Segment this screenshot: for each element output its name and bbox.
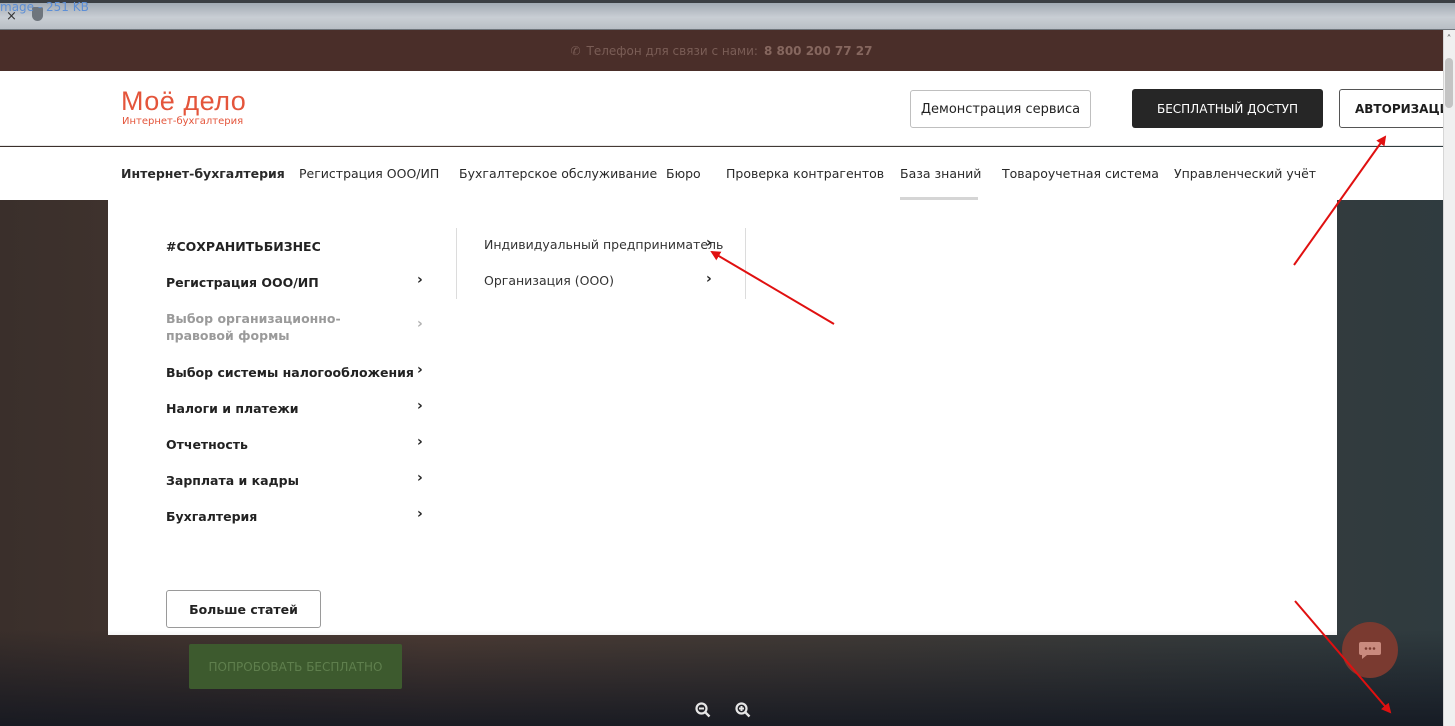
nav-item-internet-accounting[interactable]: Интернет-бухгалтерия xyxy=(121,166,285,181)
image-viewer-bar: × mage - 251 KB xyxy=(0,0,1455,30)
scroll-up-icon[interactable]: ˄ xyxy=(1443,34,1455,46)
chevron-right-icon: › xyxy=(706,271,712,287)
chevron-right-icon: › xyxy=(417,506,423,522)
menu-item-reporting[interactable]: Отчетность xyxy=(166,436,401,453)
zoom-out-icon[interactable] xyxy=(693,702,713,722)
nav-item-knowledge-base[interactable]: База знаний xyxy=(900,166,981,181)
chevron-right-icon: › xyxy=(417,316,423,332)
nav-item-bureau[interactable]: Бюро xyxy=(666,166,701,181)
chevron-right-icon: › xyxy=(417,272,423,288)
menu-item-taxes[interactable]: Налоги и платежи xyxy=(166,400,401,417)
login-button[interactable]: АВТОРИЗАЦИЯ xyxy=(1339,89,1443,128)
demo-button[interactable]: Демонстрация сервиса xyxy=(910,90,1091,128)
menu-item-tax-system[interactable]: Выбор системы налогообложения xyxy=(166,364,416,381)
phone-icon: ✆ xyxy=(570,43,581,58)
menu-item-registration[interactable]: Регистрация ООО/ИП xyxy=(166,274,401,291)
nav-item-registration[interactable]: Регистрация ООО/ИП xyxy=(299,166,439,181)
menu-item-salary[interactable]: Зарплата и кадры xyxy=(166,472,401,489)
menu-item-save-business[interactable]: #СОХРАНИТЬБИЗНЕС xyxy=(166,238,401,255)
chevron-right-icon: › xyxy=(417,362,423,378)
chevron-right-icon: › xyxy=(417,470,423,486)
nav-item-counterparty-check[interactable]: Проверка контрагентов xyxy=(726,166,884,181)
zoom-in-icon[interactable] xyxy=(733,702,753,722)
submenu-item-organization[interactable]: Организация (ООО) xyxy=(484,273,614,288)
knowledge-base-dropdown: #СОХРАНИТЬБИЗНЕС Регистрация ООО/ИП › Вы… xyxy=(108,200,1337,635)
submenu-item-individual[interactable]: Индивидуальный предприниматель xyxy=(484,237,723,252)
chevron-right-icon: › xyxy=(417,434,423,450)
logo-subtitle: Интернет-бухгалтерия xyxy=(122,116,244,127)
free-access-button[interactable]: БЕСПЛАТНЫЙ ДОСТУП xyxy=(1132,89,1323,128)
chevron-right-icon: › xyxy=(706,235,712,251)
nav-item-inventory[interactable]: Товароучетная система xyxy=(1002,166,1159,181)
nav-item-management-accounting[interactable]: Управленческий учёт xyxy=(1174,166,1316,181)
phone-number[interactable]: 8 800 200 77 27 xyxy=(764,44,873,58)
logo[interactable]: Моё дело xyxy=(121,86,246,117)
viewer-top-strip xyxy=(0,0,1455,3)
site-header: Моё дело Интернет-бухгалтерия Демонстрац… xyxy=(0,71,1443,146)
main-nav: Интернет-бухгалтерия Регистрация ООО/ИП … xyxy=(0,147,1443,200)
try-free-button[interactable]: ПОПРОБОВАТЬ БЕСПЛАТНО xyxy=(189,644,402,689)
chevron-right-icon: › xyxy=(417,398,423,414)
viewer-file-info: mage - 251 KB xyxy=(0,0,89,14)
menu-item-legal-form[interactable]: Выбор организационно-правовой формы xyxy=(166,310,406,344)
submenu-panel: Индивидуальный предприниматель › Организ… xyxy=(456,228,746,299)
more-articles-button[interactable]: Больше статей xyxy=(166,590,321,628)
chat-icon[interactable] xyxy=(1342,622,1398,678)
scroll-thumb[interactable] xyxy=(1445,58,1453,108)
scrollbar[interactable] xyxy=(1443,30,1455,726)
nav-item-accounting-service[interactable]: Бухгалтерское обслуживание xyxy=(459,166,657,181)
phone-bar: ✆ Телефон для связи с нами: 8 800 200 77… xyxy=(0,30,1443,71)
phone-label: Телефон для связи с нами: xyxy=(586,43,758,58)
menu-item-accounting[interactable]: Бухгалтерия xyxy=(166,508,401,525)
web-page: ✆ Телефон для связи с нами: 8 800 200 77… xyxy=(0,30,1443,726)
